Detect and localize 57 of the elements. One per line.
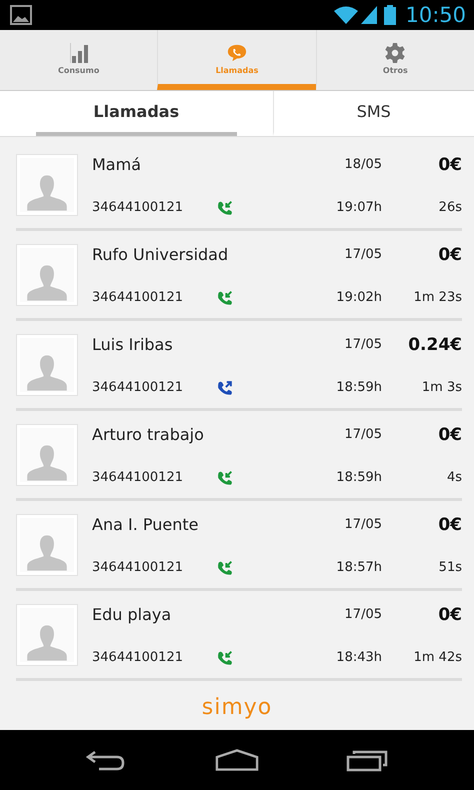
phone-number: 34644100121 xyxy=(92,290,184,305)
call-cost: 0€ xyxy=(437,604,462,624)
call-time: 18:59h xyxy=(335,470,382,485)
recent-apps-icon[interactable] xyxy=(346,748,390,772)
call-duration: 1m 23s xyxy=(412,290,462,305)
call-duration: 4s xyxy=(446,470,462,485)
picture-notification-icon xyxy=(10,5,32,25)
call-time: 18:43h xyxy=(335,650,382,665)
call-duration: 1m 42s xyxy=(412,650,462,665)
contact-name: Edu playa xyxy=(92,605,172,624)
call-cost: 0€ xyxy=(437,244,462,264)
call-date: 17/05 xyxy=(344,427,382,442)
call-cost: 0€ xyxy=(437,154,462,174)
call-time: 18:57h xyxy=(335,560,382,575)
phone-number: 34644100121 xyxy=(92,380,184,395)
phone-number: 34644100121 xyxy=(92,650,184,665)
phone-number: 34644100121 xyxy=(92,560,184,575)
brand-logo: simyo xyxy=(202,694,272,720)
call-date: 17/05 xyxy=(344,607,382,622)
call-duration: 1m 3s xyxy=(420,380,462,395)
contact-name: Ana I. Puente xyxy=(92,515,200,534)
call-card[interactable]: Ana I. Puente 17/05 0€ 34644100121 18:57h 51s xyxy=(16,501,462,591)
clock: 10:50 xyxy=(405,3,466,27)
call-cost: 0€ xyxy=(437,514,462,534)
call-date: 18/05 xyxy=(344,157,382,172)
phone-bubble-icon xyxy=(226,43,247,63)
wifi-icon xyxy=(334,6,358,24)
tab[interactable]: SMS xyxy=(272,91,474,136)
call-date: 17/05 xyxy=(344,337,382,352)
tab[interactable]: Llamadas xyxy=(36,91,236,136)
settings-icon xyxy=(385,43,406,63)
call-card[interactable]: Mamá 18/05 0€ 34644100121 19:07h 26s xyxy=(16,141,462,231)
call-card[interactable]: Arturo trabajo 17/05 0€ 34644100121 18:59h 4s xyxy=(16,411,462,501)
call-date: 17/05 xyxy=(344,247,382,262)
call-duration: 26s xyxy=(438,200,462,215)
call-time: 19:07h xyxy=(335,200,382,215)
contact-name: Mamá xyxy=(92,155,142,174)
signal-icon xyxy=(361,6,378,24)
battery-icon xyxy=(384,5,396,25)
tab[interactable]: Consumo xyxy=(0,30,158,90)
home-icon[interactable] xyxy=(214,748,259,772)
contact-name: Luis Iribas xyxy=(92,335,174,354)
bar-chart-icon xyxy=(68,43,89,63)
call-date: 17/05 xyxy=(344,517,382,532)
contact-name: Arturo trabajo xyxy=(92,425,205,444)
call-time: 19:02h xyxy=(335,290,382,305)
phone-number: 34644100121 xyxy=(92,470,184,485)
call-card[interactable]: Luis Iribas 17/05 0.24€ 34644100121 18:59h 1m 3s xyxy=(16,321,462,411)
call-time: 18:59h xyxy=(335,380,382,395)
phone-number: 34644100121 xyxy=(92,200,184,215)
contact-name: Rufo Universidad xyxy=(92,245,230,264)
call-cost: 0.24€ xyxy=(407,334,462,354)
call-card[interactable]: Rufo Universidad 17/05 0€ 34644100121 19:02h 1m 23s xyxy=(16,231,462,321)
call-duration: 51s xyxy=(438,560,462,575)
tab[interactable]: Otros xyxy=(316,30,474,90)
call-cost: 0€ xyxy=(437,424,462,444)
call-card[interactable]: Edu playa 17/05 0€ 34644100121 18:43h 1m 42s xyxy=(16,591,462,681)
